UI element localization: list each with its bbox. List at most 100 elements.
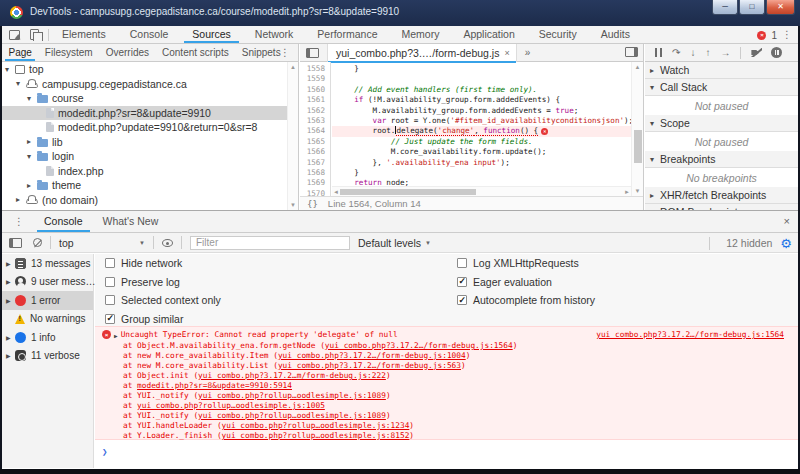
tree-item[interactable]: campusupg.cegepadistance.ca: [2, 77, 287, 92]
stack-frame-link[interactable]: yui_combo.php?rollup…oodlesimple.js:1005: [137, 401, 325, 410]
live-expression-icon[interactable]: [162, 239, 173, 247]
console-filter-item[interactable]: ▶ 1 error: [2, 291, 93, 310]
step-over-icon[interactable]: ↷: [672, 47, 680, 58]
context-selector[interactable]: top ▼: [59, 237, 145, 249]
devtools-tab[interactable]: Sources: [180, 26, 243, 43]
stack-frame-link[interactable]: yui_combo.php?rollup…oodlesimple.js:1234: [222, 421, 410, 430]
pretty-print-icon[interactable]: {}: [307, 199, 318, 209]
tree-item[interactable]: login: [2, 149, 287, 164]
stack-frame-link[interactable]: yui_combo.php?3.17.2…/form-debug.js:563: [278, 361, 461, 370]
devtools-tab[interactable]: Application: [451, 26, 526, 43]
console-filter-item[interactable]: ▶ 11 verbose: [2, 347, 93, 366]
devtools-tab[interactable]: Console: [118, 26, 181, 43]
checkbox[interactable]: [457, 258, 467, 268]
step-out-icon[interactable]: ↑: [705, 47, 710, 58]
deactivate-breakpoints-icon[interactable]: [751, 48, 762, 57]
stack-frame-link[interactable]: yui_combo.php?3.17.2…/form-debug.js:1564: [325, 341, 513, 350]
tree-item[interactable]: theme: [2, 178, 287, 193]
devtools-tab[interactable]: Memory: [389, 26, 451, 43]
console-menu-icon[interactable]: ⋮: [14, 217, 24, 227]
expand-arrow-icon[interactable]: ▶: [6, 352, 15, 359]
stack-frame-link[interactable]: yui_combo.php?rollup…oodlesimple.js:1089: [198, 411, 386, 420]
expand-arrow-icon[interactable]: [16, 79, 26, 88]
pause-on-exceptions-icon[interactable]: [771, 47, 782, 58]
step-into-icon[interactable]: ↓: [690, 47, 695, 58]
console-tab[interactable]: Console: [34, 211, 93, 232]
minimize-button[interactable]: ─: [712, 0, 738, 15]
console-sidebar-toggle-icon[interactable]: [9, 238, 22, 248]
stack-frame-link[interactable]: yui_combo.php?3.17.2…/form-debug.js:1004: [278, 351, 466, 360]
expand-arrow-icon[interactable]: ▶: [6, 334, 15, 341]
tree-item[interactable]: modedit.php?update=9910&return=0&sr=8: [2, 120, 287, 135]
expand-arrow-icon[interactable]: [27, 94, 37, 103]
console-filter-item[interactable]: ▶ 13 messages: [2, 254, 93, 273]
section-header[interactable]: XHR/fetch Breakpoints: [645, 187, 798, 204]
checkbox[interactable]: [457, 277, 467, 287]
navigator-tab[interactable]: Content scripts: [156, 44, 236, 61]
checkbox[interactable]: [105, 277, 115, 287]
scrollbar-thumb[interactable]: [340, 189, 476, 195]
step-icon[interactable]: →: [720, 47, 730, 58]
editor-panel-toggle-icon[interactable]: [625, 47, 638, 57]
editor-vertical-scrollbar[interactable]: ▲ ▼: [631, 62, 643, 196]
device-toolbar-icon[interactable]: [30, 29, 39, 40]
navigator-more-icon[interactable]: ⋮: [280, 48, 290, 58]
clear-console-icon[interactable]: [33, 238, 42, 247]
settings-checkbox[interactable]: Hide network: [105, 254, 221, 273]
scroll-right-icon[interactable]: ►: [624, 189, 630, 195]
stack-frame-link[interactable]: yui_combo.php?rollup…oodlesimple.js:8152: [222, 431, 410, 440]
stack-frame-link[interactable]: yui_combo.php?3.17.2…m/form-debug.js:222: [198, 371, 386, 380]
stack-frame-link[interactable]: modedit.php?sr=8&update=9910:5914: [137, 381, 292, 390]
console-filter-item[interactable]: ▶ 1 info: [2, 328, 93, 347]
editor-horizontal-scrollbar[interactable]: ◄ ►: [332, 186, 631, 196]
more-tabs-icon[interactable]: »: [525, 47, 531, 58]
filter-input[interactable]: Filter: [190, 236, 350, 250]
section-header[interactable]: Scope: [645, 115, 798, 132]
tree-item[interactable]: (no domain): [2, 193, 287, 208]
devtools-tab[interactable]: Audits: [589, 26, 642, 43]
navigator-tab[interactable]: Filesystem: [38, 44, 99, 61]
close-drawer-icon[interactable]: ×: [784, 215, 790, 227]
navigator-tab[interactable]: Overrides: [99, 44, 155, 61]
devtools-tab[interactable]: Elements: [50, 26, 118, 43]
settings-checkbox[interactable]: Eager evaluation: [457, 273, 595, 292]
settings-checkbox[interactable]: Selected context only: [105, 291, 221, 310]
more-options-icon[interactable]: ⋮: [782, 30, 792, 40]
tree-item[interactable]: lib: [2, 135, 287, 150]
tree-item[interactable]: modedit.php?sr=8&update=9910: [2, 106, 287, 121]
code-area[interactable]: } // Add event handlers (first time only…: [332, 62, 631, 196]
editor-file-tab[interactable]: yui_combo.php?3.…/form-debug.js ×: [327, 44, 517, 62]
console-settings-gear-icon[interactable]: ⚙: [780, 236, 792, 251]
settings-checkbox[interactable]: Autocomplete from history: [457, 291, 595, 310]
checkbox[interactable]: [105, 295, 115, 305]
console-tab[interactable]: What's New: [93, 211, 169, 232]
scroll-down-icon[interactable]: ▼: [632, 188, 643, 194]
tree-item[interactable]: top: [2, 62, 287, 77]
error-source-link[interactable]: yui_combo.php?3.17.2…/form-debug.js:1564: [596, 330, 784, 339]
expand-arrow-icon[interactable]: ▶: [6, 297, 15, 304]
scroll-up-icon[interactable]: ▲: [632, 64, 643, 70]
scroll-down-icon[interactable]: ▼: [288, 202, 298, 208]
expand-arrow-icon[interactable]: ▶: [6, 278, 15, 285]
tree-item[interactable]: index.php: [2, 164, 287, 179]
navigator-scrollbar[interactable]: ▲ ▼: [287, 62, 298, 210]
close-button[interactable]: ✕: [766, 0, 795, 15]
devtools-tab[interactable]: Network: [243, 26, 306, 43]
section-header[interactable]: Call Stack: [645, 79, 798, 96]
inspect-element-icon[interactable]: [9, 30, 20, 40]
checkbox[interactable]: [457, 295, 467, 305]
settings-checkbox[interactable]: Preserve log: [105, 273, 221, 292]
settings-checkbox[interactable]: Log XMLHttpRequests: [457, 254, 595, 273]
console-filter-item[interactable]: ▶ No warnings: [2, 310, 93, 329]
checkbox[interactable]: [105, 258, 115, 268]
expand-arrow-icon[interactable]: ▶: [114, 332, 118, 340]
maximize-button[interactable]: □: [739, 0, 765, 15]
devtools-tab[interactable]: Security: [527, 26, 589, 43]
console-prompt-icon[interactable]: ❯: [102, 447, 107, 457]
scroll-left-icon[interactable]: ◄: [333, 189, 339, 195]
expand-arrow-icon[interactable]: ▶: [6, 260, 15, 267]
tab-close-icon[interactable]: ×: [504, 48, 509, 58]
expand-arrow-icon[interactable]: [16, 195, 26, 204]
section-header[interactable]: Breakpoints: [645, 151, 798, 168]
navigator-tab[interactable]: Page: [2, 44, 38, 61]
